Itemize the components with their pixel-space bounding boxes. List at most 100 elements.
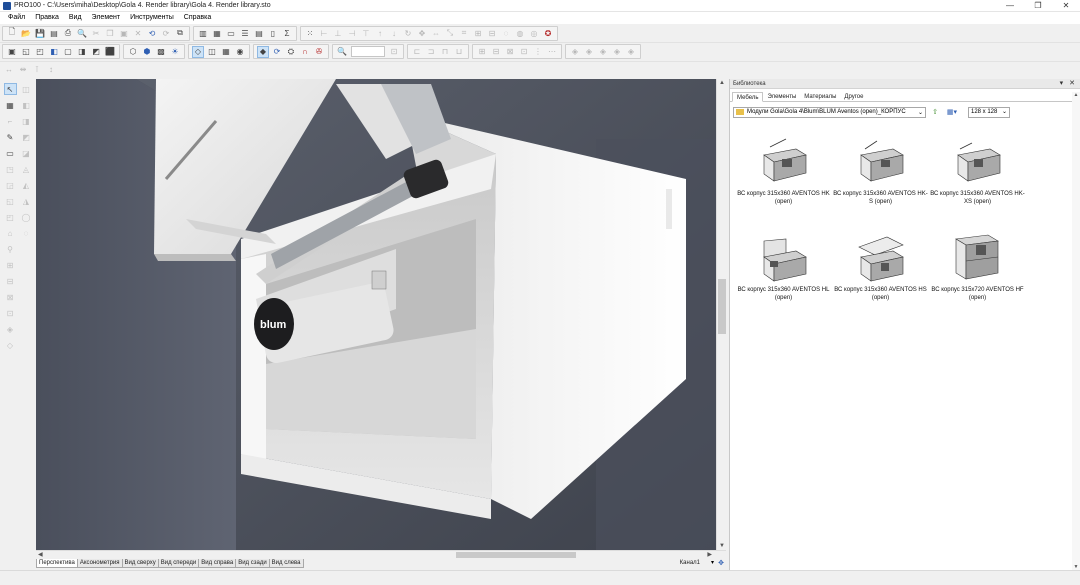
tool-f-icon[interactable]: ◬ [20, 163, 33, 175]
tool-10-icon[interactable]: ⌂ [4, 227, 17, 239]
pin-icon[interactable]: ✥ [718, 559, 724, 568]
ungroup-icon[interactable]: ⊟ [486, 27, 498, 39]
panel-side-icon[interactable]: ◩ [90, 46, 102, 58]
distribute-6-icon[interactable]: ⋯ [546, 46, 558, 58]
arrange-3-icon[interactable]: ⊓ [439, 46, 451, 58]
rotate-view-icon[interactable]: ⟳ [271, 46, 283, 58]
tab-back-view[interactable]: Вид сзади [235, 559, 270, 568]
channel-dropdown-icon[interactable]: ▾ [711, 559, 714, 568]
material-icon[interactable]: ⬛ [104, 46, 116, 58]
arrange-2-icon[interactable]: ⊐ [425, 46, 437, 58]
tool-13-icon[interactable]: ⊟ [4, 275, 17, 287]
box-icon[interactable]: ▣ [6, 46, 18, 58]
lock-icon[interactable]: ◌ [500, 27, 512, 39]
zoom-icon[interactable]: 🔍 [336, 46, 348, 58]
distribute-4-icon[interactable]: ⊡ [518, 46, 530, 58]
box-tool-icon[interactable]: ▭ [4, 147, 17, 159]
dimension-v-icon[interactable]: ⇹ [17, 64, 29, 76]
open-file-icon[interactable]: 📂 [20, 27, 32, 39]
distribute-1-icon[interactable]: ⊞ [476, 46, 488, 58]
dimension-h-icon[interactable]: ↔ [3, 64, 15, 76]
scroll-right-icon[interactable]: ▶ [707, 551, 712, 558]
tool-9-icon[interactable]: ◰ [4, 211, 17, 223]
tool-a-icon[interactable]: ◫ [20, 83, 33, 95]
zoom-tool-icon[interactable]: ⚲ [4, 243, 17, 255]
align-left-icon[interactable]: ⊢ [318, 27, 330, 39]
zoom-select[interactable] [351, 46, 385, 57]
magnet-icon[interactable]: ∩ [299, 46, 311, 58]
tool-h-icon[interactable]: ◮ [20, 195, 33, 207]
tool-6-icon[interactable]: ◳ [4, 163, 17, 175]
cube-icon[interactable]: ◧ [48, 46, 60, 58]
distribute-2-icon[interactable]: ⊟ [490, 46, 502, 58]
move-down-icon[interactable]: ↓ [388, 27, 400, 39]
door-icon[interactable]: ▯ [267, 27, 279, 39]
tool-15-icon[interactable]: ⊡ [4, 307, 17, 319]
library-panel-controls[interactable]: ▾ ✕ [1060, 79, 1077, 89]
viewport-horizontal-scrollbar[interactable]: ◀ ▶ [36, 550, 726, 559]
menu-tools[interactable]: Инструменты [125, 12, 179, 24]
group-icon[interactable]: ⊞ [472, 27, 484, 39]
measure-icon[interactable]: ⌐ [4, 115, 17, 127]
stop-icon[interactable]: ✪ [542, 27, 554, 39]
show-icon[interactable]: ◎ [528, 27, 540, 39]
scroll-left-icon[interactable]: ◀ [38, 551, 43, 558]
tool-g-icon[interactable]: ◭ [20, 179, 33, 191]
library-scroll-up-icon[interactable]: ▲ [1072, 92, 1080, 98]
channel-selector[interactable]: Канал1 [680, 559, 700, 568]
copy-icon[interactable]: ❐ [104, 27, 116, 39]
redo-icon[interactable]: ⟳ [160, 27, 172, 39]
tab-other[interactable]: Другое [840, 92, 867, 101]
library-path-select[interactable]: Модули Gola\Gola 4\Blum\BLUM Aventos (op… [733, 106, 926, 118]
folder-up-icon[interactable]: ⇧ [930, 107, 940, 117]
select-icon[interactable]: ◆ [257, 45, 269, 58]
arrange-1-icon[interactable]: ⊏ [411, 46, 423, 58]
thumbnail-size-select[interactable]: 128 x 128 ⌄ [968, 106, 1010, 118]
dimension-ruler-icon[interactable]: ↕ [45, 64, 57, 76]
drawer-icon[interactable]: ▤ [253, 27, 265, 39]
window-icon[interactable]: ▦ [211, 27, 223, 39]
align-top-icon[interactable]: ⊤ [360, 27, 372, 39]
distribute-5-icon[interactable]: ⋮ [532, 46, 544, 58]
board-icon[interactable]: ◱ [20, 46, 32, 58]
grid-view-icon[interactable]: ▦ [220, 46, 232, 58]
grid-icon[interactable]: ⁙ [304, 27, 316, 39]
close-button[interactable]: ✕ [1052, 0, 1080, 12]
tool-b-icon[interactable]: ◧ [20, 99, 33, 111]
horizontal-scroll-thumb[interactable] [456, 552, 576, 558]
shelf-icon[interactable]: ☰ [239, 27, 251, 39]
misc-5-icon[interactable]: ◈ [625, 46, 637, 58]
move-icon[interactable]: ✥ [416, 27, 428, 39]
texture-icon[interactable]: ▩ [155, 46, 167, 58]
tab-top-view[interactable]: Вид сверху [121, 559, 159, 568]
tool-j-icon[interactable]: ◌ [20, 227, 33, 239]
pan-icon[interactable]: ✇ [313, 46, 325, 58]
distribute-3-icon[interactable]: ⊠ [504, 46, 516, 58]
tab-materials[interactable]: Материалы [800, 92, 840, 101]
sum-icon[interactable]: Σ [281, 27, 293, 39]
camera-icon[interactable]: ◫ [206, 46, 218, 58]
eye-icon[interactable]: ◉ [234, 46, 246, 58]
scroll-down-icon[interactable]: ▼ [717, 543, 727, 549]
library-item[interactable]: ВС корпус 315x360 AVENTOS HK-S (open) [832, 131, 929, 227]
menu-file[interactable]: Файл [3, 12, 30, 24]
viewport-vertical-scrollbar[interactable]: ▲ ▼ [716, 79, 726, 550]
menu-help[interactable]: Справка [179, 12, 216, 24]
minimize-button[interactable]: — [996, 0, 1024, 12]
pointer-icon[interactable]: ↖ [3, 83, 17, 95]
tab-perspective[interactable]: Перспектива [36, 559, 78, 568]
menu-element[interactable]: Элемент [87, 12, 126, 24]
scroll-up-icon[interactable]: ▲ [717, 80, 727, 86]
misc-3-icon[interactable]: ◈ [597, 46, 609, 58]
tool-c-icon[interactable]: ◨ [20, 115, 33, 127]
vertical-scroll-thumb[interactable] [718, 279, 726, 334]
lighting-icon[interactable]: ☀ [169, 46, 181, 58]
tab-furniture[interactable]: Мебель [732, 92, 764, 102]
save-icon[interactable]: 💾 [34, 27, 46, 39]
paste-icon[interactable]: ▣ [118, 27, 130, 39]
cut-icon[interactable]: ✂ [90, 27, 102, 39]
3d-viewport[interactable]: blum [36, 79, 716, 550]
resize-icon[interactable]: ⤡ [444, 27, 456, 39]
tab-right-view[interactable]: Вид справа [198, 559, 237, 568]
print-icon[interactable]: ⎙ [62, 27, 74, 39]
